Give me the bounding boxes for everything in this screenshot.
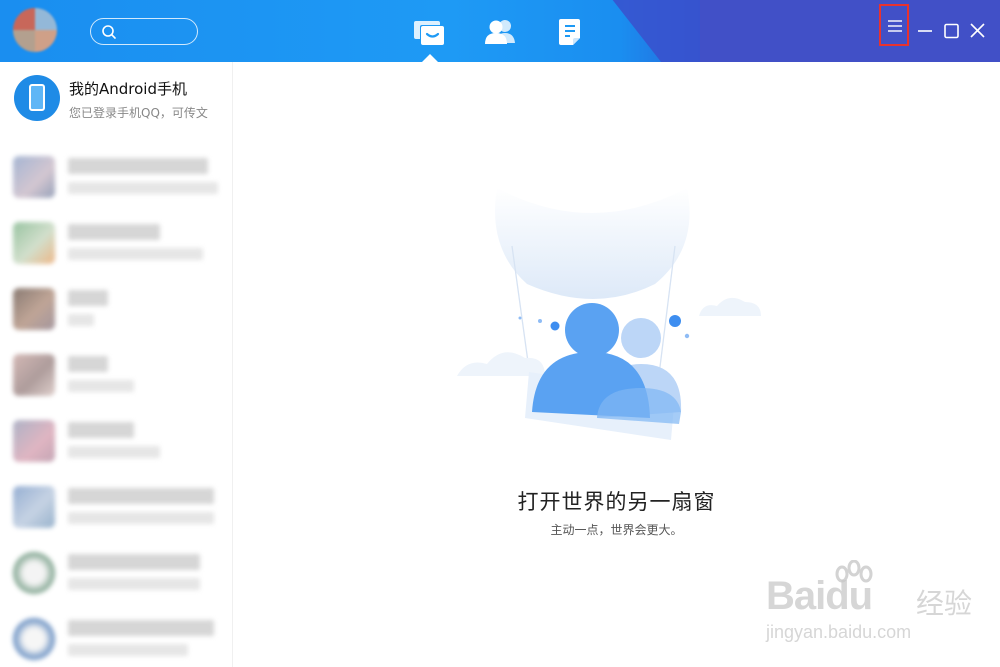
empty-state-subtitle: 主动一点，世界会更大。 (550, 523, 683, 537)
close-icon (970, 23, 985, 38)
maximize-icon (944, 23, 959, 39)
main-menu-button[interactable] (879, 4, 909, 46)
title-bar (0, 0, 1000, 62)
minimize-button[interactable] (914, 18, 938, 44)
contacts-tab-icon (485, 20, 515, 44)
hamburger-menu-icon (888, 20, 902, 32)
avatar (13, 222, 55, 264)
device-name: 我的Android手机 (69, 80, 187, 98)
messages-tab-icon (414, 21, 444, 45)
list-item[interactable] (0, 276, 232, 342)
list-item[interactable] (0, 540, 232, 606)
watermark-logo-cn: 经验 (916, 587, 973, 620)
maximize-button[interactable] (940, 18, 964, 44)
conversation-list[interactable]: 我的Android手机 您已登录手机QQ，可传文 (0, 62, 233, 667)
phone-icon (14, 75, 60, 121)
empty-state-title: 打开世界的另一扇窗 (517, 490, 716, 514)
user-avatar[interactable] (13, 8, 57, 52)
list-item[interactable] (0, 606, 232, 667)
avatar (13, 618, 55, 660)
list-item[interactable] (0, 210, 232, 276)
avatar (13, 354, 55, 396)
list-item[interactable] (0, 144, 232, 210)
balloon-illustration (457, 188, 761, 440)
notes-tab-icon (559, 19, 580, 45)
close-button[interactable] (966, 18, 990, 44)
avatar (13, 288, 55, 330)
tab-messages[interactable] (413, 17, 445, 47)
search-box[interactable] (90, 18, 198, 45)
avatar (13, 486, 55, 528)
baidu-jingyan-watermark: Baidu 经验 jingyan.baidu.com (766, 560, 996, 660)
watermark-logo: Baidu (766, 574, 873, 618)
watermark-url: jingyan.baidu.com (766, 622, 912, 642)
tab-notes[interactable] (556, 17, 588, 47)
list-item[interactable] (0, 408, 232, 474)
avatar (13, 552, 55, 594)
device-status: 您已登录手机QQ，可传文 (69, 106, 208, 120)
search-icon (102, 25, 116, 39)
tab-contacts[interactable] (484, 17, 516, 47)
device-item-android[interactable]: 我的Android手机 您已登录手机QQ，可传文 (0, 62, 232, 132)
avatar (13, 156, 55, 198)
active-tab-indicator (422, 54, 438, 62)
list-item[interactable] (0, 474, 232, 540)
minimize-icon (918, 30, 932, 32)
avatar (13, 420, 55, 462)
list-item[interactable] (0, 342, 232, 408)
